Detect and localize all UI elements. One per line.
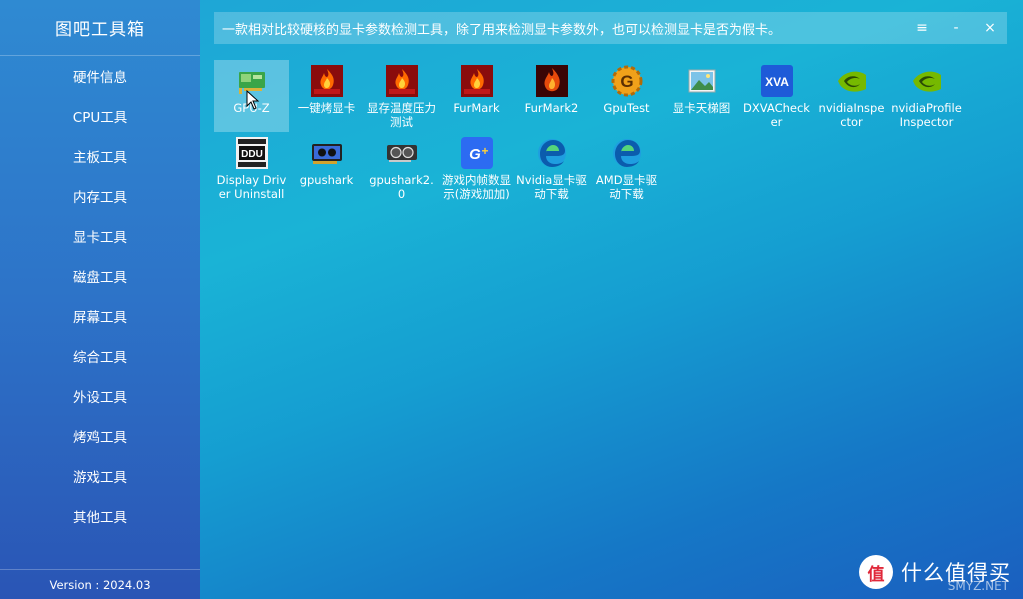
tool-grid: GPU-Z 一键烤显卡 显存温度压力测试 FurMark FurMark2 G … xyxy=(214,60,1014,204)
tool-game-fps-overlay[interactable]: G + 游戏内帧数显示(游戏加加) xyxy=(439,132,514,204)
gputest-icon: G xyxy=(610,64,644,98)
mouse-cursor-icon xyxy=(246,89,260,114)
app-title: 图吧工具箱 xyxy=(0,0,200,56)
close-icon[interactable]: × xyxy=(973,12,1007,44)
tool-label: FurMark xyxy=(453,101,500,115)
tool-nvidia-driver-download[interactable]: Nvidia显卡驱动下载 xyxy=(514,132,589,204)
tool-furmark[interactable]: FurMark xyxy=(439,60,514,132)
watermark-small-text: SMYZ.NET xyxy=(947,579,1009,593)
gpushark-icon xyxy=(310,136,344,170)
svg-text:G: G xyxy=(620,72,633,91)
edge-icon xyxy=(610,136,644,170)
menu-icon[interactable]: ≡ xyxy=(905,12,939,44)
picture-icon xyxy=(685,64,719,98)
sidebar-item-peripheral-tools[interactable]: 外设工具 xyxy=(0,376,200,416)
sidebar-item-hardware-info[interactable]: 硬件信息 xyxy=(0,56,200,96)
version-label: Version : 2024.03 xyxy=(0,569,200,599)
ddu-icon: DDU xyxy=(235,136,269,170)
nvidia-icon xyxy=(910,64,944,98)
tool-ddu[interactable]: DDU Display Driver Uninstall xyxy=(214,132,289,204)
tool-description: 一款相对比较硬核的显卡参数检测工具，除了用来检测显卡参数外，也可以检测显卡是否为… xyxy=(222,22,782,38)
sidebar-item-screen-tools[interactable]: 屏幕工具 xyxy=(0,296,200,336)
tool-gpu-ranking[interactable]: 显卡天梯图 xyxy=(664,60,739,132)
tool-label: gpushark xyxy=(299,173,354,187)
svg-text:DDU: DDU xyxy=(241,149,263,160)
tool-label: AMD显卡驱动下载 xyxy=(595,173,658,201)
furmark-icon xyxy=(385,64,419,98)
svg-text:G: G xyxy=(469,146,481,163)
furmark-icon xyxy=(310,64,344,98)
tool-label: nvidiaInspector xyxy=(818,101,885,129)
minimize-icon[interactable]: - xyxy=(939,12,973,44)
tool-one-click-stress[interactable]: 一键烤显卡 xyxy=(289,60,364,132)
tool-amd-driver-download[interactable]: AMD显卡驱动下载 xyxy=(589,132,664,204)
tool-label: Display Driver Uninstall xyxy=(216,173,287,201)
tool-gpushark[interactable]: gpushark xyxy=(289,132,364,204)
svg-text:XVA: XVA xyxy=(765,75,789,89)
watermark-logo-icon: 值 xyxy=(859,555,893,589)
nvidia-icon xyxy=(835,64,869,98)
sidebar-item-motherboard-tools[interactable]: 主板工具 xyxy=(0,136,200,176)
description-bar: 一款相对比较硬核的显卡参数检测工具，除了用来检测显卡参数外，也可以检测显卡是否为… xyxy=(214,12,1007,44)
furmark-icon xyxy=(460,64,494,98)
edge-icon xyxy=(535,136,569,170)
tool-gpushark2[interactable]: gpushark2.0 xyxy=(364,132,439,204)
sidebar-item-general-tools[interactable]: 综合工具 xyxy=(0,336,200,376)
tool-label: FurMark2 xyxy=(524,101,579,115)
xva-icon: XVA xyxy=(760,64,794,98)
tool-label: nvidiaProfileInspector xyxy=(891,101,962,129)
sidebar-nav: 硬件信息 CPU工具 主板工具 内存工具 显卡工具 磁盘工具 屏幕工具 综合工具… xyxy=(0,56,200,536)
tool-label: 显存温度压力测试 xyxy=(367,101,436,129)
sidebar-item-cpu-tools[interactable]: CPU工具 xyxy=(0,96,200,136)
svg-text:+: + xyxy=(481,144,488,158)
tool-label: 一键烤显卡 xyxy=(297,101,356,115)
sidebar-item-other-tools[interactable]: 其他工具 xyxy=(0,496,200,536)
tool-label: Nvidia显卡驱动下载 xyxy=(516,173,587,201)
tool-label: GpuTest xyxy=(603,101,650,115)
tool-label: 游戏内帧数显示(游戏加加) xyxy=(442,173,511,201)
tool-nvidia-profile-inspector[interactable]: nvidiaProfileInspector xyxy=(889,60,964,132)
gpushark2-icon xyxy=(385,136,419,170)
tool-furmark2[interactable]: FurMark2 xyxy=(514,60,589,132)
sidebar-item-memory-tools[interactable]: 内存工具 xyxy=(0,176,200,216)
sidebar-item-game-tools[interactable]: 游戏工具 xyxy=(0,456,200,496)
tool-gputest[interactable]: G GpuTest xyxy=(589,60,664,132)
tool-nvidia-inspector[interactable]: nvidiaInspector xyxy=(814,60,889,132)
sidebar-item-disk-tools[interactable]: 磁盘工具 xyxy=(0,256,200,296)
tool-label: gpushark2.0 xyxy=(369,173,434,201)
tool-vram-stress-test[interactable]: 显存温度压力测试 xyxy=(364,60,439,132)
tool-dxvachecker[interactable]: XVA DXVAChecker xyxy=(739,60,814,132)
gplus-icon: G + xyxy=(460,136,494,170)
tool-label: 显卡天梯图 xyxy=(672,101,731,115)
sidebar-item-gpu-tools[interactable]: 显卡工具 xyxy=(0,216,200,256)
sidebar: 图吧工具箱 硬件信息 CPU工具 主板工具 内存工具 显卡工具 磁盘工具 屏幕工… xyxy=(0,0,200,599)
tool-label: DXVAChecker xyxy=(743,101,810,129)
sidebar-item-stress-tools[interactable]: 烤鸡工具 xyxy=(0,416,200,456)
furmark2-icon xyxy=(535,64,569,98)
